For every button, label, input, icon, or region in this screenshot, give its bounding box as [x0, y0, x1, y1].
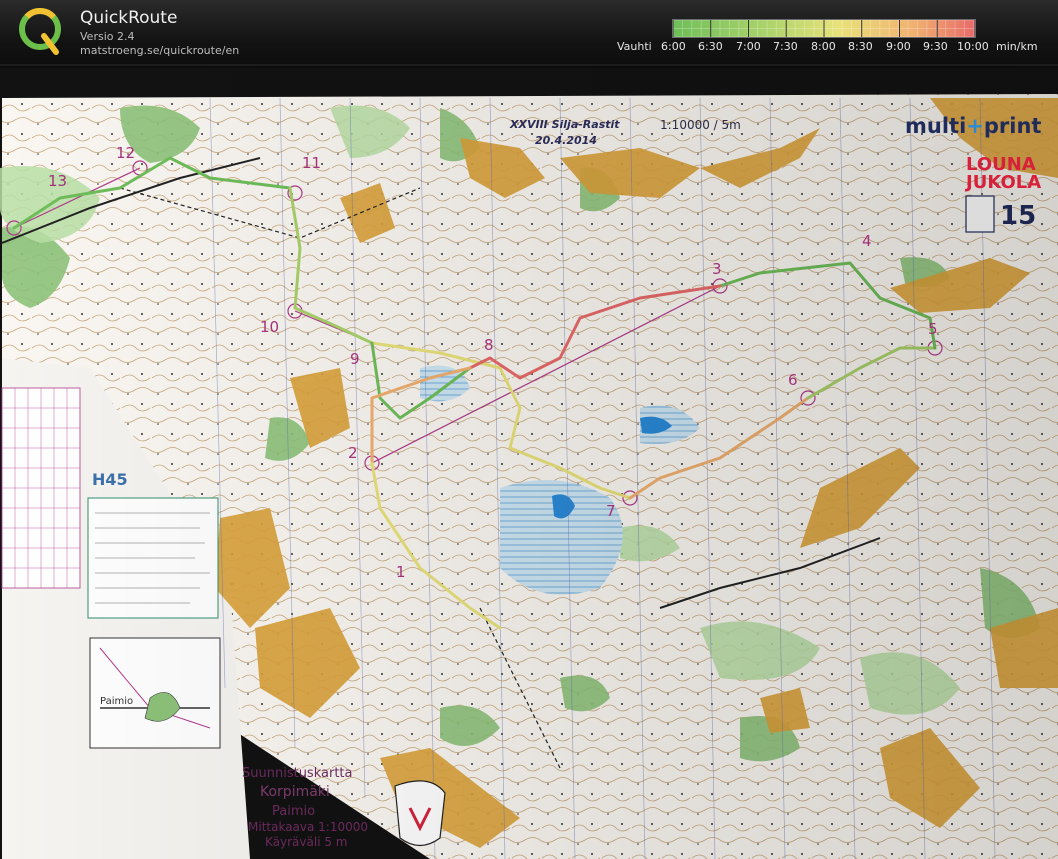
map-name-line5: Käyräväli 5 m [265, 835, 348, 849]
app-title: QuickRoute [80, 8, 178, 28]
control-number: 1 [396, 563, 406, 581]
sponsor-text-b: print [983, 114, 1042, 138]
map-name-line4: Mittakaava 1:10000 [248, 820, 369, 834]
sponsor2-line2: JUKOLA [966, 172, 1042, 193]
sponsor-text-plus: + [966, 114, 984, 138]
control-number: 5 [928, 320, 938, 338]
pace-tick: 6:30 [698, 40, 723, 53]
pace-tick: 8:30 [848, 40, 873, 53]
app-version: Versio 2.4 [80, 30, 135, 43]
header-divider [0, 64, 1058, 66]
course-class-label: H45 [92, 470, 128, 489]
inset-map-label: Paimio [100, 696, 134, 707]
pace-tick: 10:00 [957, 40, 989, 53]
map-event-date: 20.4.2014 [535, 134, 597, 147]
pace-legend-label: Vauhti [617, 40, 652, 53]
control-number: 8 [484, 336, 494, 354]
control-number: 2 [348, 444, 358, 462]
app-url[interactable]: matstroeng.se/quickroute/en [80, 44, 239, 57]
pace-tick: 6:00 [661, 40, 686, 53]
orienteering-map-image: 15 [0, 68, 1058, 859]
map-scale: 1:10000 / 5m [660, 118, 741, 132]
pace-color-scale [672, 19, 976, 38]
control-number: 9 [350, 350, 360, 368]
control-number: 13 [48, 172, 68, 190]
sponsor-text-a: multi [905, 114, 967, 138]
sponsor-logo-multiprint: multi+print [905, 114, 1041, 138]
control-number: 11 [302, 154, 322, 172]
control-number: 6 [788, 371, 798, 389]
app-header: QuickRoute Versio 2.4 matstroeng.se/quic… [0, 0, 1058, 64]
map-name-line3: Paimio [272, 804, 316, 819]
control-number: 12 [116, 144, 136, 162]
sponsor-logo-lounajukola: LOUNA JUKOLA [966, 156, 1041, 192]
map-name-line2: Korpimäki [260, 784, 330, 800]
pace-tick: 9:30 [923, 40, 948, 53]
orienteering-map-viewer[interactable]: 15 XXVIII Silja-Rastit 20.4.2014 1:10000… [0, 68, 1058, 859]
pace-tick: 7:00 [736, 40, 761, 53]
pace-tick: 7:30 [773, 40, 798, 53]
pace-tick: 9:00 [886, 40, 911, 53]
map-event-title: XXVIII Silja-Rastit [510, 118, 620, 131]
map-name-line1: Suunnistuskartta [242, 766, 353, 781]
control-number: 4 [862, 232, 872, 250]
control-number: 7 [606, 502, 616, 520]
pace-legend: Vauhti 6:00 6:30 7:00 7:30 8:00 8:30 9:0… [614, 40, 1044, 54]
quickroute-logo-icon [16, 6, 64, 56]
pace-unit: min/km [996, 40, 1038, 53]
control-number: 10 [260, 318, 280, 336]
pace-tick: 8:00 [811, 40, 836, 53]
control-number: 3 [712, 260, 722, 278]
